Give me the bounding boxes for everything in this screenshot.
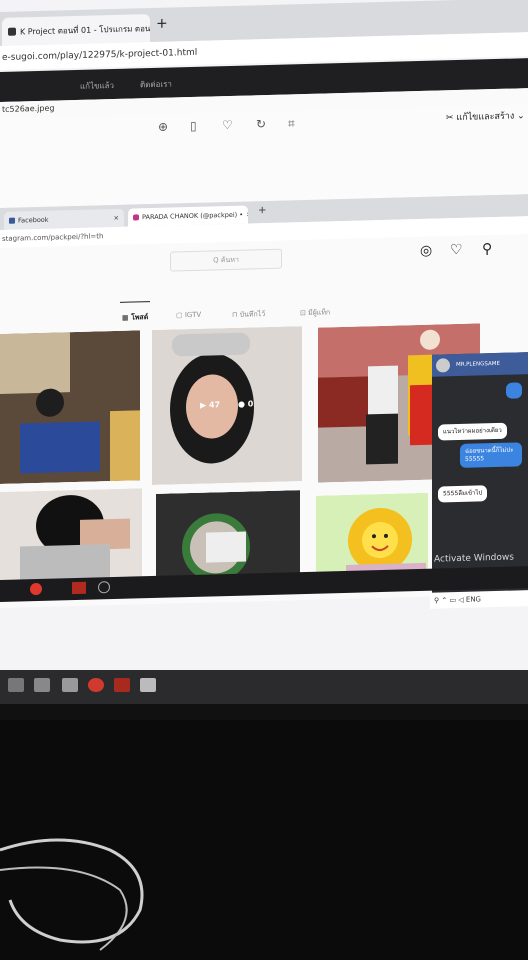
app-icon[interactable] [72, 581, 86, 595]
delete-icon[interactable]: ▯ [190, 119, 197, 133]
shield-icon[interactable] [98, 581, 110, 594]
new-tab-button[interactable]: + [258, 205, 266, 216]
chrome-icon[interactable] [88, 678, 104, 692]
tab-posts-label: โพสต์ [131, 313, 149, 322]
post-thumbnail-4[interactable] [0, 488, 142, 584]
chat-message-2: ฉ่อยขนาดนี้ก็ไม่ปะ 55555 [460, 442, 522, 468]
tab-label: Facebook [18, 215, 49, 225]
profile-icon[interactable]: ⚲ [482, 241, 492, 257]
tab-saved[interactable]: ⊓ บันทึกไว้ [232, 309, 265, 321]
views-count: 47 [208, 400, 221, 410]
heart-icon[interactable]: ♡ [450, 242, 463, 258]
edit-create-button[interactable]: ✂ แก้ไขและสร้าง ⌄ [446, 108, 525, 124]
app-icon[interactable] [114, 678, 130, 692]
site-favicon [8, 27, 16, 36]
crop-icon[interactable]: ⌗ [288, 116, 295, 131]
viewer-menu-1[interactable]: แก้ไขแล้ว [80, 79, 114, 93]
system-tray[interactable]: ⚲ ⌃ ▭ ◁ ENG [430, 590, 528, 609]
tab-label: PARADA CHANOK (@packpei) • [142, 210, 244, 222]
post-thumbnail-5[interactable] [156, 490, 300, 586]
zoom-icon[interactable]: ⊕ [158, 120, 168, 134]
outer-browser-tab[interactable]: K Project ตอนที่ 01 - โปรแกรม ตอนที่ 01 … [2, 14, 150, 46]
chat-message-3: 5555ลืมเข้าไป [438, 485, 488, 503]
viewer-menu-2[interactable]: ติดต่อเรา [140, 77, 172, 91]
rotate-icon[interactable]: ↻ [256, 117, 266, 131]
chrome-icon[interactable] [30, 582, 42, 596]
taskbar [0, 670, 528, 704]
new-tab-button[interactable]: + [156, 16, 168, 32]
tab-title: K Project ตอนที่ 01 - โปรแกรม ตอนที่ 01 [20, 23, 150, 36]
tab-saved-label: บันทึกไว้ [239, 310, 266, 319]
tab-posts[interactable]: ▦ โพสต์ [122, 312, 148, 324]
chat-message-1: แนวไหว่าผมอย่างเดียว [438, 422, 507, 441]
close-tab-icon[interactable]: × [246, 210, 248, 218]
close-tab-icon[interactable]: × [114, 214, 119, 222]
chat-bubble-partial [506, 382, 522, 399]
search-input[interactable]: Q ค้นหา [170, 248, 282, 272]
tab-igtv-label: IGTV [184, 310, 202, 320]
chat-contact-name: MR.PLENGSAME [456, 360, 500, 369]
earphone-cable [0, 838, 144, 951]
activate-windows-title: Activate Windows [434, 552, 514, 565]
tab-igtv[interactable]: ▢ IGTV [176, 311, 201, 320]
store-icon[interactable] [34, 678, 50, 692]
post-thumbnail-1[interactable] [0, 330, 140, 484]
monitor-screen: K Project ตอนที่ 01 - โปรแกรม ตอนที่ 01 … [0, 0, 528, 701]
comments-count: 0 [247, 399, 254, 409]
tab-tagged-label: มีผู้แท็ก [308, 308, 331, 317]
post-thumbnail-2[interactable]: ▶ 47 ● 0 [152, 326, 302, 486]
instagram-icon [133, 214, 139, 221]
mail-icon[interactable] [62, 678, 78, 692]
task-view-icon[interactable] [8, 678, 24, 692]
language-indicator[interactable]: ENG [466, 595, 481, 603]
photos-icon[interactable] [140, 678, 156, 692]
edit-label: แก้ไขและสร้าง [456, 111, 515, 124]
tab-tagged[interactable]: ⊡ มีผู้แท็ก [300, 307, 330, 319]
facebook-icon [9, 217, 15, 224]
video-comments: ● 0 [238, 399, 254, 409]
favorite-icon[interactable]: ♡ [222, 118, 233, 132]
explore-icon[interactable]: ◎ [420, 243, 432, 259]
video-views: ▶ 47 [200, 400, 221, 410]
viewer-toolbar: ⊕ ▯ ♡ ↻ ⌗ ✂ แก้ไขและสร้าง ⌄ [0, 104, 528, 208]
